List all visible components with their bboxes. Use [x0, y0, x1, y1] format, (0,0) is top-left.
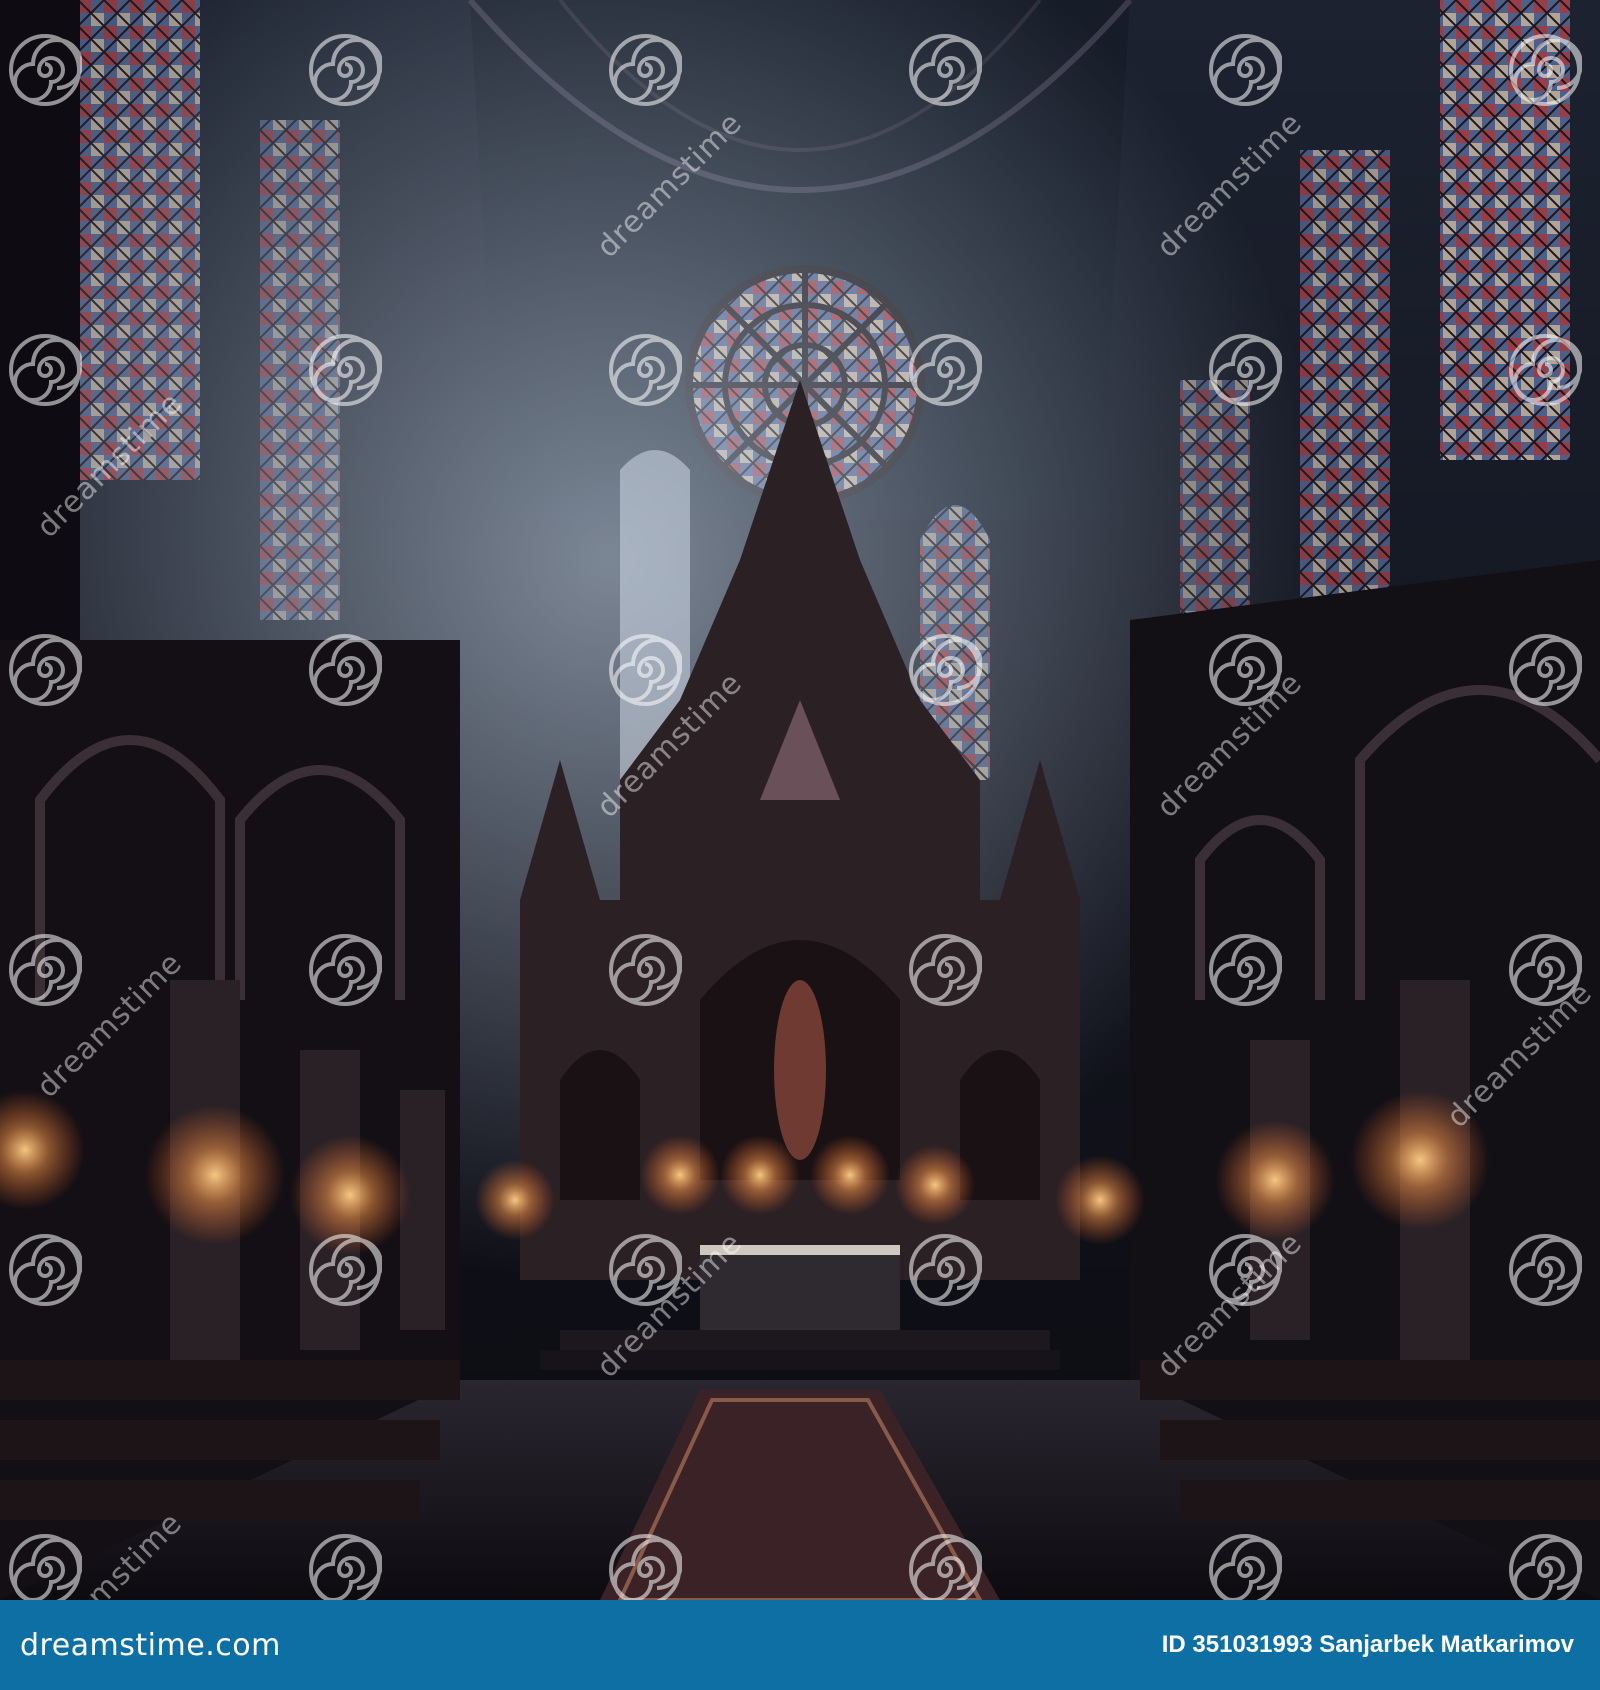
- image-id: ID 351031993: [1161, 1631, 1313, 1658]
- cathedral-interior-illustration: [0, 0, 1600, 1600]
- stock-footer: dreamstime.com ID 351031993 Sanjarbek Ma…: [0, 1600, 1600, 1690]
- cathedral-photo: dreamstime dreamstime dreamstime dreamstime…: [0, 0, 1600, 1600]
- author-name: Sanjarbek Matkarimov: [1319, 1631, 1574, 1658]
- footer-credit: ID 351031993 Sanjarbek Matkarimov: [1162, 1631, 1574, 1659]
- footer-logo[interactable]: dreamstime.com: [20, 1628, 281, 1663]
